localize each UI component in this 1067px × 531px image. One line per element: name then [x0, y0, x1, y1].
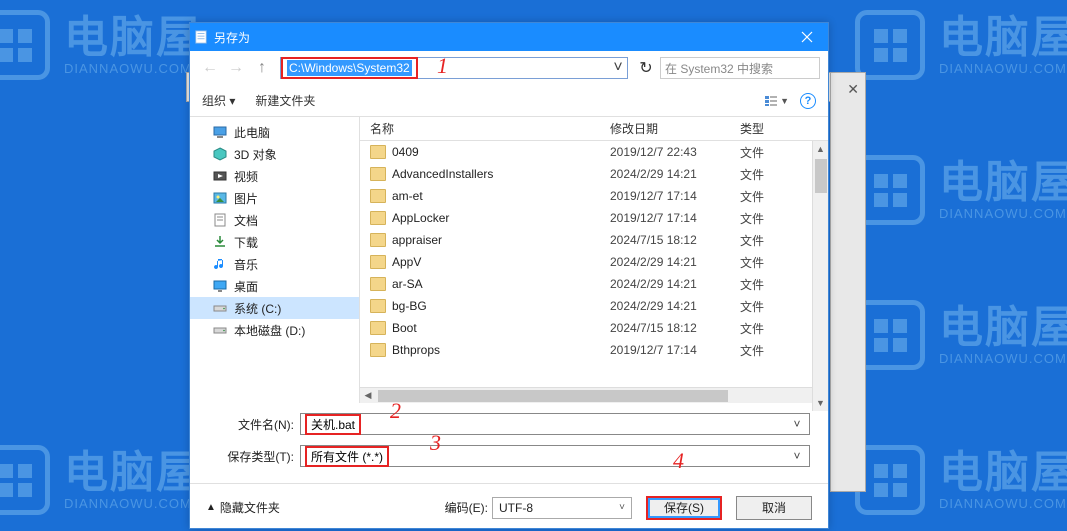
tree-item[interactable]: 视频	[190, 165, 359, 187]
forward-button[interactable]: →	[224, 56, 248, 80]
file-row[interactable]: AppLocker2019/12/7 17:14文件	[360, 207, 828, 229]
file-row[interactable]: appraiser2024/7/15 18:12文件	[360, 229, 828, 251]
drive-icon	[212, 300, 228, 316]
tree-item[interactable]: 本地磁盘 (D:)	[190, 319, 359, 341]
tree-item[interactable]: 图片	[190, 187, 359, 209]
watermark: 电脑屋DIANNAOWU.COM	[855, 445, 1067, 515]
tree-item[interactable]: 音乐	[190, 253, 359, 275]
encoding-label: 编码(E):	[445, 499, 488, 516]
tree-item[interactable]: 文档	[190, 209, 359, 231]
folder-icon	[370, 167, 386, 181]
annotation-4: 4	[673, 448, 684, 474]
music-icon	[212, 256, 228, 272]
filetype-label: 保存类型(T):	[190, 448, 300, 465]
annotation-2: 2	[390, 398, 401, 424]
back-button[interactable]: ←	[198, 56, 222, 80]
close-button[interactable]	[786, 23, 828, 51]
help-button[interactable]: ?	[800, 93, 816, 109]
vertical-scrollbar[interactable]: ▲▼	[812, 141, 828, 411]
column-date[interactable]: 修改日期	[610, 120, 740, 137]
view-options-button[interactable]: ▼	[759, 91, 794, 111]
chevron-down-icon[interactable]: ˅	[789, 449, 805, 463]
watermark: 电脑屋DIANNAOWU.COM	[0, 10, 202, 80]
watermark: 电脑屋DIANNAOWU.COM	[855, 155, 1067, 225]
hide-folders-toggle[interactable]: ▲隐藏文件夹	[206, 499, 280, 516]
notepad-icon	[190, 30, 212, 44]
titlebar[interactable]: 另存为	[190, 23, 828, 51]
tree-item[interactable]: 下载	[190, 231, 359, 253]
tree-item[interactable]: 系统 (C:)	[190, 297, 359, 319]
folder-icon	[370, 321, 386, 335]
address-text: C:\Windows\System32	[287, 60, 412, 76]
folder-tree[interactable]: 此电脑3D 对象视频图片文档下载音乐桌面系统 (C:)本地磁盘 (D:)	[190, 117, 360, 403]
drive-icon	[212, 322, 228, 338]
doc-icon	[212, 212, 228, 228]
file-list[interactable]: 名称 修改日期 类型 04092019/12/7 22:43文件Advanced…	[360, 117, 828, 403]
new-folder-button[interactable]: 新建文件夹	[255, 92, 315, 109]
pic-icon	[212, 190, 228, 206]
save-as-dialog: 另存为 ← → ↑ C:\Windows\System32 ˅ ↻ 在 Syst…	[189, 22, 829, 529]
folder-icon	[370, 189, 386, 203]
folder-icon	[370, 343, 386, 357]
chevron-down-icon[interactable]: ˅	[789, 417, 805, 431]
desk-icon	[212, 278, 228, 294]
refresh-button[interactable]: ↻	[634, 56, 658, 80]
folder-icon	[370, 299, 386, 313]
column-name[interactable]: 名称	[360, 120, 610, 137]
close-icon[interactable]: ✕	[847, 81, 859, 98]
folder-icon	[370, 255, 386, 269]
up-button[interactable]: ↑	[250, 56, 274, 80]
annotation-3: 3	[430, 430, 441, 456]
file-row[interactable]: 04092019/12/7 22:43文件	[360, 141, 828, 163]
address-bar: ← → ↑ C:\Windows\System32 ˅ ↻ 在 System32…	[190, 51, 828, 85]
column-headers[interactable]: 名称 修改日期 类型	[360, 117, 828, 141]
save-button[interactable]: 保存(S)	[646, 496, 722, 520]
organize-menu[interactable]: 组织 ▾	[202, 92, 235, 109]
search-input[interactable]: 在 System32 中搜索	[660, 57, 820, 79]
column-type[interactable]: 类型	[740, 120, 828, 137]
pc-icon	[212, 124, 228, 140]
save-form: 文件名(N): 关机.bat ˅ 保存类型(T): 所有文件 (*.*) ˅	[190, 403, 828, 483]
3d-icon	[212, 146, 228, 162]
folder-icon	[370, 145, 386, 159]
watermark: 电脑屋DIANNAOWU.COM	[855, 10, 1067, 80]
toolbar: 组织 ▾ 新建文件夹 ▼ ?	[190, 85, 828, 117]
chevron-down-icon[interactable]: ˅	[609, 59, 627, 77]
tree-item[interactable]: 3D 对象	[190, 143, 359, 165]
file-row[interactable]: Boot2024/7/15 18:12文件	[360, 317, 828, 339]
file-row[interactable]: bg-BG2024/2/29 14:21文件	[360, 295, 828, 317]
filename-input[interactable]: 关机.bat ˅	[300, 413, 810, 435]
filetype-select[interactable]: 所有文件 (*.*) ˅	[300, 445, 810, 467]
tree-item[interactable]: 此电脑	[190, 121, 359, 143]
dialog-footer: ▲隐藏文件夹 编码(E): UTF-8˅ 保存(S) 取消	[190, 483, 828, 531]
folder-icon	[370, 211, 386, 225]
watermark: 电脑屋DIANNAOWU.COM	[0, 445, 202, 515]
file-row[interactable]: am-et2019/12/7 17:14文件	[360, 185, 828, 207]
annotation-1: 1	[437, 53, 448, 79]
encoding-select[interactable]: UTF-8˅	[492, 497, 632, 519]
address-field[interactable]: C:\Windows\System32 ˅	[280, 57, 628, 79]
file-row[interactable]: AppV2024/2/29 14:21文件	[360, 251, 828, 273]
dialog-title: 另存为	[212, 29, 786, 46]
background-window: ✕	[830, 72, 866, 492]
folder-icon	[370, 233, 386, 247]
file-row[interactable]: ar-SA2024/2/29 14:21文件	[360, 273, 828, 295]
dl-icon	[212, 234, 228, 250]
tree-item[interactable]: 桌面	[190, 275, 359, 297]
folder-icon	[370, 277, 386, 291]
video-icon	[212, 168, 228, 184]
file-row[interactable]: AdvancedInstallers2024/2/29 14:21文件	[360, 163, 828, 185]
file-row[interactable]: Bthprops2019/12/7 17:14文件	[360, 339, 828, 361]
watermark: 电脑屋DIANNAOWU.COM	[855, 300, 1067, 370]
horizontal-scrollbar[interactable]: ◀▶	[360, 387, 828, 403]
filename-label: 文件名(N):	[190, 416, 300, 433]
cancel-button[interactable]: 取消	[736, 496, 812, 520]
